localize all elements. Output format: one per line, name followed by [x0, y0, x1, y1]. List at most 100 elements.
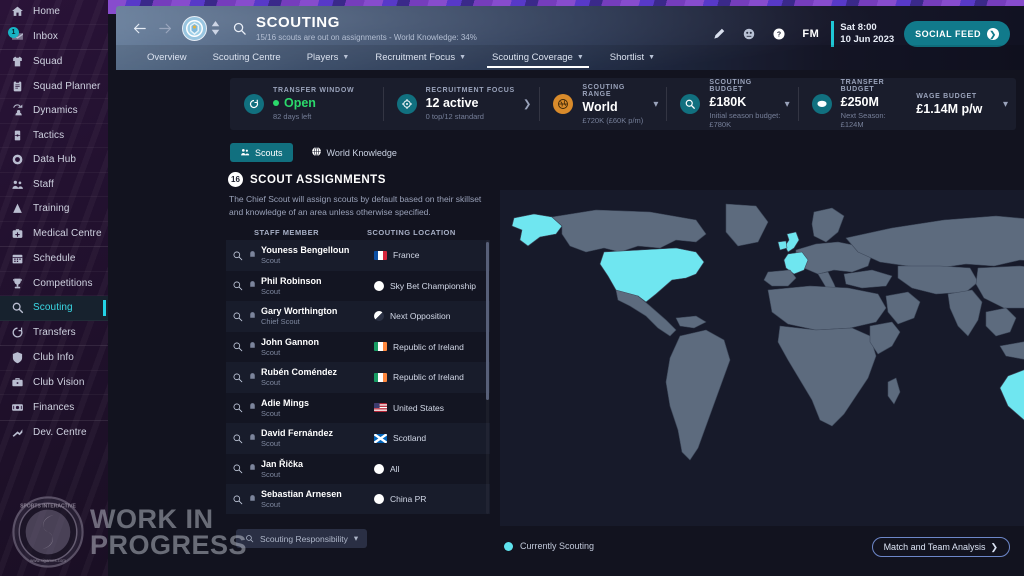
scout-assignment-row[interactable]: David FernándezScoutScotland	[226, 423, 490, 454]
circle-marker-icon	[374, 464, 384, 474]
scout-name[interactable]: Jan Řička	[261, 459, 303, 469]
chevron-right-icon[interactable]: ❯	[523, 99, 531, 110]
scout-assignment-row[interactable]: Sebastian ArnesenScoutChina PR	[226, 484, 490, 514]
magnifier-icon[interactable]	[226, 280, 248, 291]
column-header-location[interactable]: SCOUTING LOCATION	[367, 228, 491, 237]
chevron-down-icon[interactable]: ▾	[785, 99, 790, 110]
column-header-staff[interactable]: STAFF MEMBER	[229, 228, 367, 237]
sidebar-item-inbox[interactable]: Inbox1	[0, 25, 108, 50]
forward-arrow-icon[interactable]	[152, 15, 178, 41]
tab-shortlist[interactable]: Shortlist▼	[597, 45, 668, 70]
sidebar-item-club-vision[interactable]: Club Vision	[0, 371, 108, 396]
scout-assignment-row[interactable]: Youness BengellounScoutFrance	[226, 240, 490, 271]
scout-name[interactable]: Sebastian Arnesen	[261, 489, 342, 499]
scout-name[interactable]: Gary Worthington	[261, 306, 337, 316]
match-and-team-analysis-button[interactable]: Match and Team Analysis ❯	[872, 537, 1010, 557]
date-block[interactable]: Sat 8:00 10 Jun 2023	[827, 21, 894, 47]
sidebar-item-label: Home	[33, 6, 60, 17]
infocell-transfer-window[interactable]: TRANSFER WINDOWOpen82 days left	[230, 78, 383, 130]
sidebar-item-dev-centre[interactable]: Dev. Centre	[0, 421, 108, 446]
status-dot-icon	[273, 100, 279, 106]
scout-location-cell[interactable]: China PR	[374, 494, 490, 504]
sidebar-item-tactics[interactable]: Tactics	[0, 124, 108, 149]
updown-chevrons-icon[interactable]	[211, 21, 220, 35]
scout-location-cell[interactable]: United States	[374, 403, 490, 413]
fm-logo[interactable]: FM	[794, 28, 827, 40]
world-coverage-map[interactable]	[500, 190, 1024, 526]
scout-assignment-row[interactable]: Rubén ComéndezScoutRepublic of Ireland	[226, 362, 490, 393]
magnifier-icon[interactable]	[226, 402, 248, 413]
sidebar-item-scouting[interactable]: Scouting	[0, 296, 108, 321]
scout-location-cell[interactable]: France	[374, 250, 490, 260]
magnifier-icon[interactable]	[226, 372, 248, 383]
scout-location-cell[interactable]: Republic of Ireland	[374, 372, 490, 382]
infocell-recruitment-focus[interactable]: RECRUITMENT FOCUS12 active0 top/12 stand…	[383, 78, 540, 130]
sidebar-item-data-hub[interactable]: Data Hub	[0, 148, 108, 173]
sidebar-item-home[interactable]: Home	[0, 0, 108, 25]
sidebar-item-finances[interactable]: Finances	[0, 395, 108, 420]
scouting-responsibility-dropdown[interactable]: Scouting Responsibility ▾	[236, 529, 367, 548]
sidebar-item-squad[interactable]: Squad	[0, 50, 108, 75]
magnifier-icon[interactable]	[226, 463, 248, 474]
scout-location-cell[interactable]: Next Opposition	[374, 311, 490, 321]
scout-name[interactable]: Rubén Coméndez	[261, 367, 337, 377]
sidebar-item-staff[interactable]: Staff	[0, 173, 108, 198]
scout-name-cell: David FernándezScout	[248, 428, 374, 448]
scout-assignment-row[interactable]: Jan ŘičkaScoutAll	[226, 454, 490, 485]
scout-name[interactable]: Phil Robinson	[261, 276, 322, 286]
scout-assignment-row[interactable]: Phil RobinsonScoutSky Bet Championship	[226, 271, 490, 302]
tab-recruitment-focus[interactable]: Recruitment Focus▼	[362, 45, 479, 70]
sidebar-item-squad-planner[interactable]: Squad Planner	[0, 75, 108, 100]
magnifier-icon[interactable]	[226, 341, 248, 352]
sidebar-item-schedule[interactable]: Schedule	[0, 247, 108, 272]
sidebar-item-training[interactable]: Training	[0, 197, 108, 222]
infocell-scouting-range[interactable]: SCOUTING RANGEWorld£720K (£60K p/m)▾	[539, 78, 666, 130]
scout-name-cell: John GannonScout	[248, 337, 374, 357]
sidebar-item-competitions[interactable]: Competitions	[0, 272, 108, 297]
scout-location-cell[interactable]: All	[374, 464, 490, 474]
magnifier-icon[interactable]	[226, 311, 248, 322]
world-map-svg[interactable]	[500, 190, 1024, 526]
growth-icon	[9, 425, 25, 441]
chevron-down-icon[interactable]: ▾	[653, 99, 658, 110]
back-arrow-icon[interactable]	[126, 15, 152, 41]
magnifier-icon[interactable]	[226, 250, 248, 261]
scout-location-cell[interactable]: Scotland	[374, 433, 490, 443]
tab-players[interactable]: Players▼	[294, 45, 363, 70]
scrollbar-thumb[interactable]	[486, 242, 489, 400]
tab-scouting-centre[interactable]: Scouting Centre	[200, 45, 294, 70]
scout-assignments-list[interactable]: Youness BengellounScoutFrancePhil Robins…	[226, 240, 490, 514]
sidebar-item-dynamics[interactable]: Dynamics	[0, 99, 108, 124]
infocell-transfer-budget[interactable]: TRANSFER BUDGET£250MNext Season: £124M	[798, 78, 904, 130]
subtab-world-knowledge[interactable]: World Knowledge	[301, 143, 407, 162]
infocell-text: TRANSFER WINDOWOpen82 days left	[273, 87, 354, 121]
sidebar-item-medical-centre[interactable]: Medical Centre	[0, 222, 108, 247]
magnifier-icon[interactable]	[226, 433, 248, 444]
sidebar-item-club-info[interactable]: Club Info	[0, 346, 108, 371]
subtab-scouts[interactable]: Scouts	[230, 143, 293, 162]
infocell-wage-budget[interactable]: WAGE BUDGET£1.14M p/w▾	[903, 78, 1016, 130]
scout-name[interactable]: John Gannon	[261, 337, 319, 347]
scout-name[interactable]: Adie Mings	[261, 398, 309, 408]
scout-name[interactable]: Youness Bengelloun	[261, 245, 349, 255]
scout-assignment-row[interactable]: Adie MingsScoutUnited States	[226, 393, 490, 424]
scout-name-cell: Rubén ComéndezScout	[248, 367, 374, 387]
infocell-scouting-budget[interactable]: SCOUTING BUDGET£180KInitial season budge…	[666, 78, 797, 130]
tab-scouting-coverage[interactable]: Scouting Coverage▼	[479, 45, 597, 70]
tab-label: Recruitment Focus	[375, 52, 455, 63]
club-crest-icon[interactable]	[182, 16, 207, 41]
tab-overview[interactable]: Overview	[134, 45, 200, 70]
scout-location-cell[interactable]: Sky Bet Championship	[374, 281, 490, 291]
sidebar-item-transfers[interactable]: Transfers	[0, 321, 108, 346]
magnifier-icon[interactable]	[226, 494, 248, 505]
chevron-down-icon[interactable]: ▾	[1003, 99, 1008, 110]
person-head-icon	[248, 246, 257, 255]
scout-list-scrollbar[interactable]	[486, 240, 489, 514]
infocell-text: RECRUITMENT FOCUS12 active0 top/12 stand…	[426, 87, 515, 121]
scout-location-cell[interactable]: Republic of Ireland	[374, 342, 490, 352]
scout-assignment-row[interactable]: John GannonScoutRepublic of Ireland	[226, 332, 490, 363]
search-icon[interactable]	[230, 19, 248, 37]
scout-name[interactable]: David Fernández	[261, 428, 333, 438]
social-feed-button[interactable]: SOCIAL FEED ❯	[904, 21, 1010, 47]
scout-assignment-row[interactable]: Gary WorthingtonChief ScoutNext Oppositi…	[226, 301, 490, 332]
